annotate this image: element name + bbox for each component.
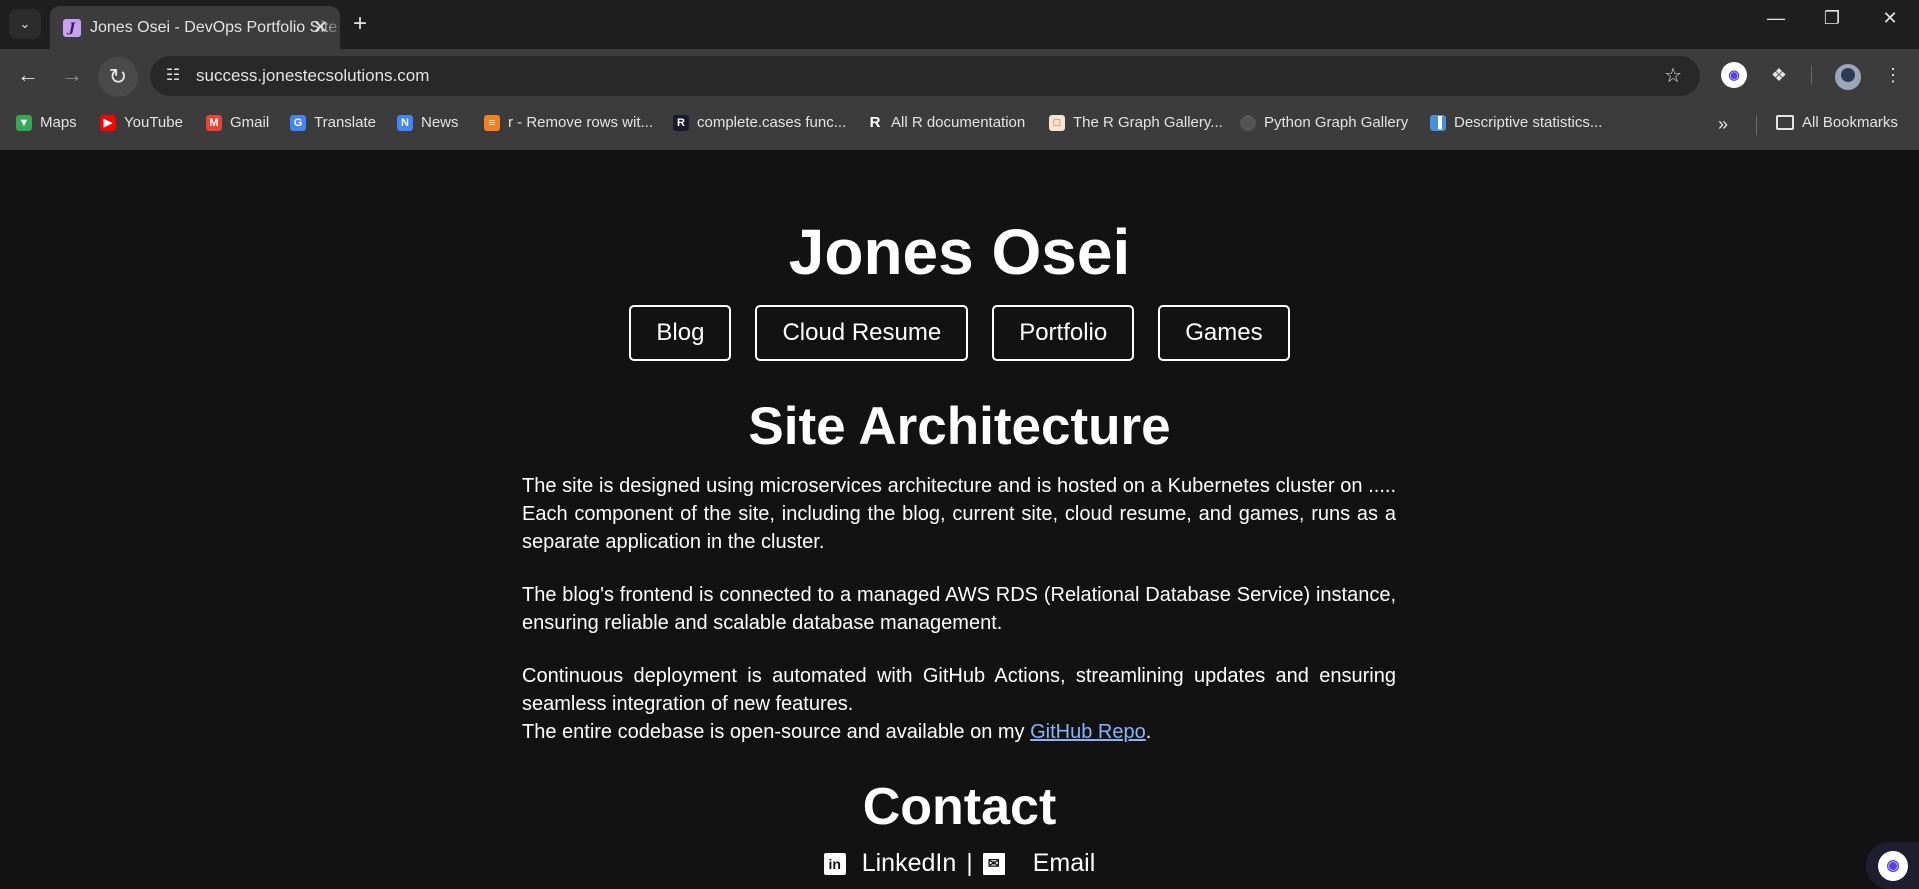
bookmark-descriptive-statistics[interactable]: ▐ Descriptive statistics... — [1430, 114, 1602, 131]
close-tab-icon[interactable]: ✕ — [313, 17, 328, 38]
github-repo-link[interactable]: GitHub Repo — [1030, 721, 1146, 743]
architecture-paragraph-1: The site is designed using microservices… — [522, 475, 1396, 553]
back-button[interactable]: ← — [12, 59, 44, 91]
bookmark-label: All R documentation — [891, 114, 1026, 131]
bookmark-stackoverflow[interactable]: ≡ r - Remove rows wit... — [484, 114, 653, 131]
news-icon: N — [397, 114, 413, 131]
forward-button[interactable]: → — [56, 59, 88, 91]
contact-links: in LinkedIn | ✉ Email — [0, 849, 1919, 878]
active-tab[interactable]: J Jones Osei - DevOps Portfolio Site ✕ — [50, 6, 340, 49]
restore-button[interactable]: ❐ — [1812, 8, 1852, 29]
profile-avatar[interactable] — [1833, 62, 1863, 92]
r-graph-gallery-icon: □ — [1049, 114, 1065, 131]
bookmark-python-graph-gallery[interactable]: Python Graph Gallery — [1240, 114, 1408, 131]
architecture-paragraph-3: Continuous deployment is automated with … — [522, 665, 1396, 715]
email-link[interactable]: Email — [1033, 849, 1096, 878]
maps-icon: ▼ — [16, 114, 32, 131]
linkedin-icon: in — [823, 852, 846, 875]
folder-icon — [1776, 115, 1794, 130]
bookmark-label: YouTube — [124, 114, 183, 131]
bookmark-label: complete.cases func... — [697, 114, 847, 131]
site-favicon-icon: J — [63, 19, 81, 37]
toolbar-divider — [1811, 66, 1812, 84]
youtube-icon: ▶ — [100, 114, 116, 131]
bookmark-label: Translate — [314, 114, 376, 131]
stats-icon: ▐ — [1430, 114, 1446, 131]
menu-kebab-icon[interactable]: ⋮ — [1880, 62, 1906, 88]
translate-icon: G — [290, 114, 306, 131]
bookmark-translate[interactable]: G Translate — [290, 114, 376, 131]
stackoverflow-icon: ≡ — [484, 114, 500, 131]
contact-separator: | — [966, 849, 973, 877]
bookmark-gmail[interactable]: M Gmail — [206, 114, 269, 131]
tab-strip: ⌄ J Jones Osei - DevOps Portfolio Site ✕… — [0, 0, 1919, 49]
extensions-icon[interactable]: ❖ — [1766, 62, 1792, 88]
architecture-heading: Site Architecture — [748, 397, 1171, 456]
bookmark-r-graph-gallery[interactable]: □ The R Graph Gallery... — [1049, 114, 1223, 131]
minimize-button[interactable]: — — [1756, 8, 1796, 29]
bookmark-maps[interactable]: ▼ Maps — [16, 114, 77, 131]
nav-portfolio-button[interactable]: Portfolio — [992, 305, 1135, 361]
bookmark-youtube[interactable]: ▶ YouTube — [100, 114, 183, 131]
linkedin-link[interactable]: LinkedIn — [862, 849, 957, 878]
nav-games-button[interactable]: Games — [1158, 305, 1290, 361]
bookmark-label: Python Graph Gallery — [1264, 114, 1409, 131]
more-bookmarks-button[interactable]: » — [1718, 114, 1728, 135]
bookmarks-bar: ▼ Maps ▶ YouTube M Gmail G Translate N N… — [0, 99, 1919, 150]
gmail-icon: M — [206, 114, 222, 131]
reload-button[interactable]: ↻ — [98, 57, 138, 97]
browser-toolbar: ← → ↻ ☷ success.jonestecsolutions.com ☆ … — [0, 49, 1919, 99]
bookmark-label: Descriptive statistics... — [1454, 114, 1603, 131]
bookmark-label: The R Graph Gallery... — [1073, 114, 1223, 131]
envelope-icon: ✉ — [982, 852, 1005, 875]
url-text[interactable]: success.jonestecsolutions.com — [196, 66, 429, 86]
address-bar[interactable]: ☷ success.jonestecsolutions.com ☆ — [150, 56, 1700, 96]
bookmark-all-r-docs[interactable]: R All R documentation — [867, 114, 1025, 131]
copilot-floating-button[interactable]: ◉ — [1866, 842, 1919, 889]
tab-search-button[interactable]: ⌄ — [9, 9, 41, 39]
bookmark-label: News — [421, 114, 459, 131]
architecture-paragraph-2: The blog's frontend is connected to a ma… — [522, 584, 1396, 634]
repo-text-prefix: The entire codebase is open-source and a… — [522, 721, 1031, 743]
repo-text-suffix: . — [1145, 721, 1152, 743]
architecture-paragraph-4: The entire codebase is open-source and a… — [522, 718, 1396, 746]
page-content: Jones Osei Blog Cloud Resume Portfolio G… — [0, 150, 1919, 889]
copilot-extension-icon[interactable]: ◉ — [1721, 62, 1747, 88]
main-nav: Blog Cloud Resume Portfolio Games — [0, 305, 1919, 361]
site-owner-name: Jones Osei — [788, 216, 1131, 288]
site-info-icon[interactable]: ☷ — [160, 63, 186, 89]
bookmark-label: Gmail — [230, 114, 270, 131]
bookmarks-divider — [1756, 115, 1757, 135]
close-window-button[interactable]: ✕ — [1870, 8, 1910, 29]
contact-heading: Contact — [862, 778, 1057, 836]
r-icon: R — [867, 114, 883, 131]
chevron-down-icon: ⌄ — [19, 16, 31, 31]
all-bookmarks-folder[interactable]: All Bookmarks — [1776, 114, 1898, 131]
bookmark-star-icon[interactable]: ☆ — [1664, 63, 1682, 88]
nav-cloud-resume-button[interactable]: Cloud Resume — [755, 305, 969, 361]
bookmark-news[interactable]: N News — [397, 114, 459, 131]
all-bookmarks-label: All Bookmarks — [1802, 114, 1898, 131]
new-tab-button[interactable]: + — [353, 10, 367, 38]
architecture-description: The site is designed using microservices… — [522, 472, 1396, 746]
copilot-icon: ◉ — [1878, 851, 1908, 881]
bookmark-complete-cases[interactable]: R complete.cases func... — [673, 114, 846, 131]
bookmark-label: r - Remove rows wit... — [508, 114, 654, 131]
r-icon: R — [673, 114, 689, 131]
bookmark-label: Maps — [40, 114, 77, 131]
python-graph-gallery-icon — [1240, 114, 1256, 131]
nav-blog-button[interactable]: Blog — [629, 305, 732, 361]
